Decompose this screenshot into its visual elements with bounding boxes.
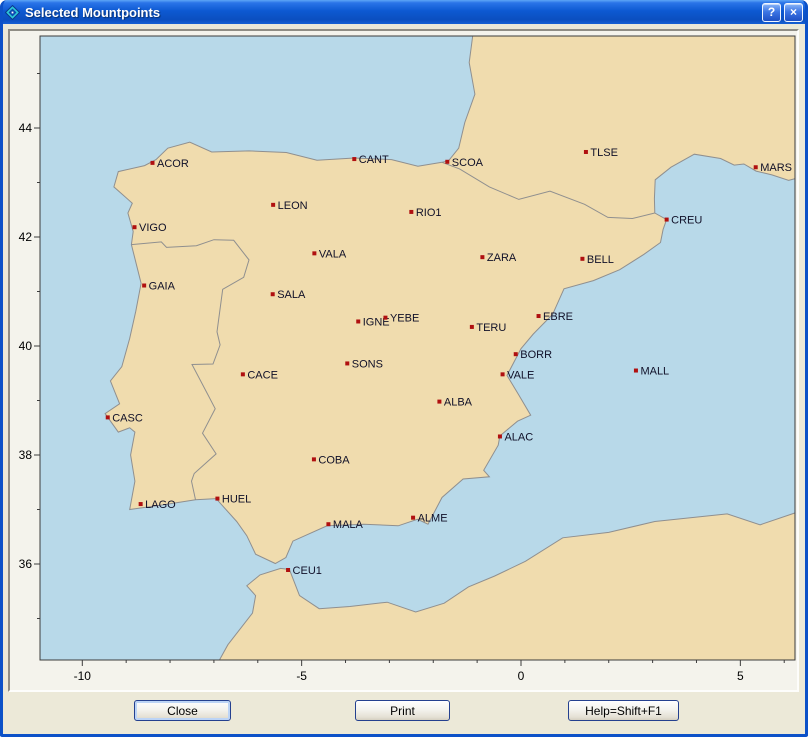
station-marker-LEON [271, 203, 275, 207]
help-titlebar-button[interactable]: ? [762, 3, 781, 22]
station-label-SCOA: SCOA [452, 157, 484, 169]
station-marker-ZARA [480, 255, 484, 259]
x-axis-label--5: -5 [296, 669, 307, 683]
station-label-CASC: CASC [112, 412, 143, 424]
station-marker-MARS [754, 165, 758, 169]
station-marker-ALBA [437, 400, 441, 404]
station-label-CEU1: CEU1 [293, 565, 322, 577]
station-label-CACE: CACE [247, 369, 278, 381]
station-marker-RIO1 [409, 210, 413, 214]
station-marker-VIGO [133, 225, 137, 229]
station-marker-CREU [665, 218, 669, 222]
station-marker-HUEL [215, 497, 219, 501]
station-marker-TLSE [584, 150, 588, 154]
station-marker-CEU1 [286, 568, 290, 572]
station-label-VALA: VALA [319, 248, 347, 260]
station-marker-BELL [580, 257, 584, 261]
station-label-SALA: SALA [277, 289, 306, 301]
station-marker-SCOA [445, 160, 449, 164]
y-axis-label-44: 44 [19, 121, 33, 135]
station-label-ALAC: ALAC [504, 431, 533, 443]
station-marker-LAGO [139, 502, 143, 506]
y-axis-label-36: 36 [19, 557, 33, 571]
station-marker-EBRE [537, 314, 541, 318]
station-marker-CACE [241, 372, 245, 376]
station-marker-ALAC [498, 434, 502, 438]
station-label-BORR: BORR [520, 349, 552, 361]
close-button[interactable]: Close [134, 700, 231, 721]
print-button[interactable]: Print [355, 700, 450, 721]
station-label-COBA: COBA [318, 454, 350, 466]
station-marker-IGNE [356, 319, 360, 323]
station-label-LEON: LEON [278, 200, 308, 212]
app-icon [5, 5, 20, 20]
station-marker-GAIA [142, 284, 146, 288]
x-axis-label--10: -10 [74, 669, 92, 683]
station-marker-CASC [106, 415, 110, 419]
station-marker-TERU [470, 325, 474, 329]
station-label-MARS: MARS [760, 162, 792, 174]
station-marker-MALA [326, 522, 330, 526]
station-label-TLSE: TLSE [590, 147, 618, 159]
station-marker-SONS [345, 361, 349, 365]
station-label-VALE: VALE [507, 369, 534, 381]
station-label-TERU: TERU [476, 322, 506, 334]
y-axis-label-42: 42 [19, 230, 33, 244]
map-panel: -10 -5 0 5 44 42 40 38 36 ACOR CANT SCOA TLSE MARS LEO… [8, 29, 799, 692]
mountpoints-map: -10 -5 0 5 44 42 40 38 36 ACOR CANT SCOA TLSE MARS LEO… [10, 31, 797, 690]
station-label-VIGO: VIGO [139, 222, 167, 234]
station-marker-BORR [514, 352, 518, 356]
station-label-RIO1: RIO1 [416, 207, 442, 219]
station-label-CREU: CREU [671, 215, 702, 227]
titlebar[interactable]: Selected Mountpoints ? × [0, 0, 808, 24]
station-label-ZARA: ZARA [487, 252, 517, 264]
station-label-SONS: SONS [352, 358, 383, 370]
station-marker-YEBE [383, 316, 387, 320]
station-label-MALA: MALA [333, 519, 364, 531]
station-marker-VALA [312, 251, 316, 255]
y-axis-label-38: 38 [19, 448, 33, 462]
station-label-ALME: ALME [418, 513, 448, 525]
station-marker-ACOR [150, 161, 154, 165]
help-button[interactable]: Help=Shift+F1 [568, 700, 679, 721]
station-label-ALBA: ALBA [444, 397, 473, 409]
station-marker-MALL [634, 369, 638, 373]
station-label-LAGO: LAGO [145, 499, 176, 511]
selected-mountpoints-window: Selected Mountpoints ? × -10 -5 0 5 44 42 40 38… [0, 0, 808, 737]
station-label-GAIA: GAIA [149, 281, 176, 293]
station-label-MALL: MALL [640, 366, 669, 378]
station-label-HUEL: HUEL [222, 494, 251, 506]
station-label-YEBE: YEBE [390, 313, 419, 325]
x-axis-label-0: 0 [518, 669, 525, 683]
station-label-BELL: BELL [587, 254, 614, 266]
y-axis-label-40: 40 [19, 339, 33, 353]
station-marker-SALA [271, 292, 275, 296]
station-marker-VALE [501, 372, 505, 376]
station-label-CANT: CANT [359, 154, 389, 166]
station-marker-CANT [352, 157, 356, 161]
close-titlebar-button[interactable]: × [784, 3, 803, 22]
station-marker-COBA [312, 457, 316, 461]
window-title: Selected Mountpoints [25, 5, 759, 20]
x-axis-label-5: 5 [737, 669, 744, 683]
station-label-EBRE: EBRE [543, 311, 573, 323]
station-label-ACOR: ACOR [157, 158, 189, 170]
station-marker-ALME [411, 516, 415, 520]
